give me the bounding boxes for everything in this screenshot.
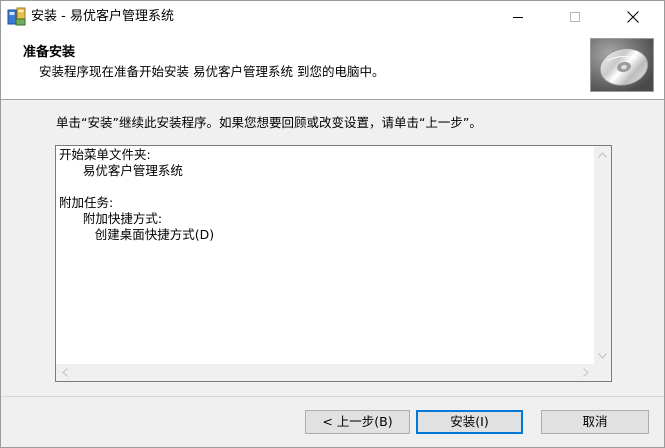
minimize-button[interactable] [495, 1, 541, 33]
window-title: 安装 - 易优客户管理系统 [31, 9, 174, 24]
instruction-text: 单击“安装”继续此安装程序。如果您想要回顾或改变设置，请单击“上一步”。 [56, 115, 482, 130]
install-button[interactable]: 安装(I) [416, 410, 523, 434]
wizard-header: 准备安装 安装程序现在准备开始安装 易优客户管理系统 到您的电脑中。 [1, 33, 664, 100]
memo-line: 附加快捷方式: [59, 211, 163, 226]
maximize-icon [570, 12, 580, 22]
ready-memo[interactable]: 开始菜单文件夹: 易优客户管理系统​附加任务: 附加快捷方式: 创建桌面快捷方式… [55, 145, 612, 382]
horizontal-scrollbar[interactable] [56, 364, 594, 381]
title-bar[interactable]: 安装 - 易优客户管理系统 [1, 1, 664, 33]
memo-content: 开始菜单文件夹: 易优客户管理系统​附加任务: 附加快捷方式: 创建桌面快捷方式… [59, 147, 214, 243]
scroll-left-icon[interactable] [56, 364, 73, 381]
scroll-down-icon[interactable] [594, 347, 611, 364]
scroll-up-icon[interactable] [594, 146, 611, 163]
vertical-scrollbar[interactable] [594, 146, 611, 364]
close-icon [627, 11, 639, 23]
scrollbar-corner [594, 364, 611, 381]
memo-line: 创建桌面快捷方式(D) [59, 227, 215, 242]
cancel-button[interactable]: 取消 [541, 410, 649, 434]
page-title: 准备安装 [23, 45, 76, 60]
installer-window: 安装 - 易优客户管理系统 准备安装 安装程序现在准备开始安装 易优客户管理系统… [0, 0, 665, 448]
back-button[interactable]: < 上一步(B) [305, 410, 410, 434]
cd-disc-icon [590, 38, 654, 92]
footer-divider [1, 396, 664, 397]
memo-line: 开始菜单文件夹: [59, 147, 151, 162]
memo-line: ​ [59, 179, 214, 195]
close-button[interactable] [610, 1, 656, 33]
installer-icon [7, 7, 27, 27]
memo-line: 易优客户管理系统 [59, 163, 183, 178]
memo-line: 附加任务: [59, 195, 114, 210]
minimize-icon [513, 17, 523, 18]
scroll-right-icon[interactable] [577, 364, 594, 381]
page-subtitle: 安装程序现在准备开始安装 易优客户管理系统 到您的电脑中。 [39, 64, 385, 79]
maximize-button[interactable] [552, 1, 598, 33]
